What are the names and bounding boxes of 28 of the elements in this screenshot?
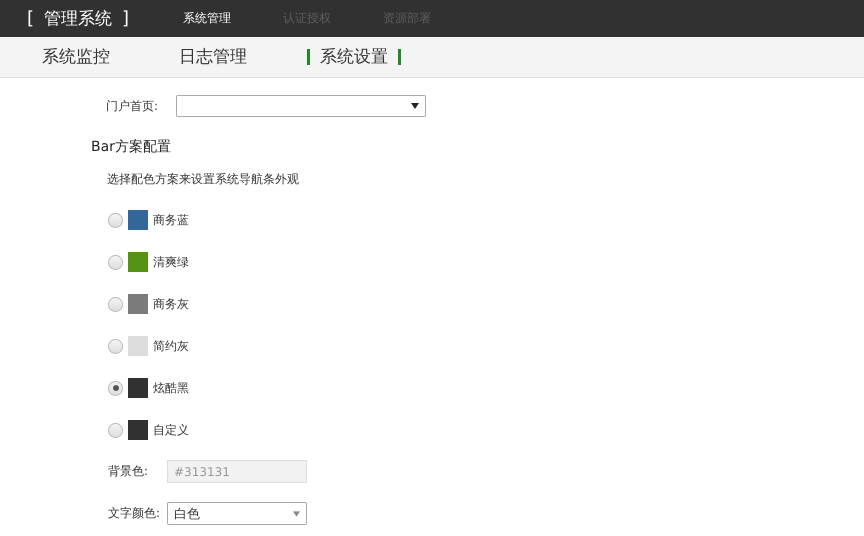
caret-icon [411,103,419,109]
sub-nav-tab[interactable]: 系统设置 [307,49,401,65]
text-color-select[interactable]: 白色 [167,502,307,525]
sub-nav-tab[interactable]: 日志管理 [170,49,256,65]
scheme-label: 清爽绿 [153,254,189,270]
field-label: 背景色: [108,463,150,480]
scheme-label: 自定义 [153,422,189,438]
radio-button[interactable] [108,296,123,312]
brand-bracket: [ [27,8,34,29]
radio-button[interactable] [108,422,123,438]
radio-button[interactable] [108,254,123,270]
brand-title: 管理系统 [44,8,112,30]
field-label: 门户首页: [106,98,160,114]
radio-button[interactable] [108,212,123,228]
radio-button[interactable] [108,380,123,396]
section-title: Bar方案配置 [91,138,172,156]
caret-icon [293,510,300,516]
sub-nav-tab[interactable]: 系统监控 [33,49,119,65]
scheme-label: 商务灰 [153,296,189,312]
radio-button[interactable] [108,338,123,354]
field-label: 文字颜色: [108,505,162,522]
portal-select[interactable] [176,95,426,117]
brand-bracket: ] [122,8,130,29]
description-text: 选择配色方案来设置系统导航条外观 [107,171,300,188]
top-tab[interactable]: 系统管理 [183,10,231,27]
scheme-label: 炫酷黑 [153,380,189,396]
scheme-label: 商务蓝 [153,212,189,228]
scheme-label: 简约灰 [153,338,189,354]
